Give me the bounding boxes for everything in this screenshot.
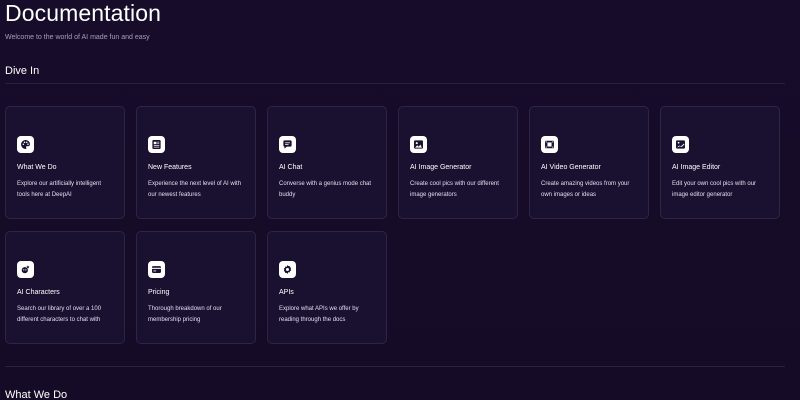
image-edit-icon <box>672 136 689 153</box>
card-description: Create cool pics with our different imag… <box>410 179 506 201</box>
card-what-we-do[interactable]: What We Do Explore our artificially inte… <box>5 106 125 219</box>
card-ai-image-generator[interactable]: AI Image Generator Create cool pics with… <box>398 106 518 219</box>
card-title: AI Video Generator <box>541 163 637 172</box>
image-icon <box>410 136 427 153</box>
card-new-features[interactable]: New Features Experience the next level o… <box>136 106 256 219</box>
card-title: AI Image Editor <box>672 163 768 172</box>
gear-icon <box>279 261 296 278</box>
card-ai-video-generator[interactable]: AI Video Generator Create amazing videos… <box>529 106 649 219</box>
card-title: What We Do <box>17 163 113 172</box>
card-grid: What We Do Explore our artificially inte… <box>5 106 795 344</box>
card-title: New Features <box>148 163 244 172</box>
card-description: Converse with a genius mode chat buddy <box>279 179 375 201</box>
card-description: Thorough breakdown of our membership pri… <box>148 304 244 326</box>
page-title: Documentation <box>5 0 161 26</box>
card-description: Explore what APIs we offer by reading th… <box>279 304 375 326</box>
section-heading-what-we-do: What We Do <box>5 389 67 400</box>
section-divider <box>5 366 785 367</box>
characters-icon <box>17 261 34 278</box>
card-description: Explore our artificially intelligent too… <box>17 179 113 201</box>
card-apis[interactable]: APIs Explore what APIs we offer by readi… <box>267 231 387 344</box>
newspaper-icon <box>148 136 165 153</box>
section-divider <box>5 83 785 84</box>
credit-card-icon <box>148 261 165 278</box>
card-title: AI Image Generator <box>410 163 506 172</box>
section-heading-dive-in: Dive In <box>5 65 39 78</box>
video-icon <box>541 136 558 153</box>
documentation-page: Documentation Welcome to the world of AI… <box>0 0 800 400</box>
card-ai-image-editor[interactable]: AI Image Editor Edit your own cool pics … <box>660 106 780 219</box>
chat-bubble-icon <box>279 136 296 153</box>
card-ai-chat[interactable]: AI Chat Converse with a genius mode chat… <box>267 106 387 219</box>
palette-icon <box>17 136 34 153</box>
card-title: Pricing <box>148 288 244 297</box>
card-title: AI Characters <box>17 288 113 297</box>
card-description: Create amazing videos from your own imag… <box>541 179 637 201</box>
card-description: Experience the next level of AI with our… <box>148 179 244 201</box>
card-title: AI Chat <box>279 163 375 172</box>
card-ai-characters[interactable]: AI Characters Search our library of over… <box>5 231 125 344</box>
card-title: APIs <box>279 288 375 297</box>
page-subtitle: Welcome to the world of AI made fun and … <box>5 33 150 42</box>
card-pricing[interactable]: Pricing Thorough breakdown of our member… <box>136 231 256 344</box>
card-description: Edit your own cool pics with our image e… <box>672 179 768 201</box>
card-description: Search our library of over a 100 differe… <box>17 304 113 326</box>
